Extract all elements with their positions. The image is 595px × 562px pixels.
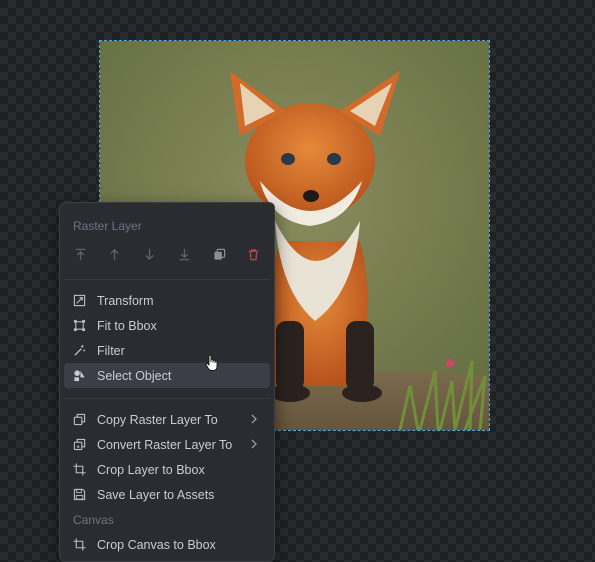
menu-item-crop-canvas-to-bbox[interactable]: Crop Canvas to Bbox [64, 532, 270, 557]
menu-item-label: Filter [97, 343, 125, 358]
duplicate-icon[interactable] [212, 247, 226, 261]
menu-item-label: Select Object [97, 368, 172, 383]
menu-item-filter[interactable]: Filter [64, 338, 270, 363]
menu-item-label: Fit to Bbox [97, 318, 157, 333]
move-down-icon[interactable] [143, 247, 157, 261]
delete-icon[interactable] [247, 247, 261, 261]
hand-cursor-icon [205, 354, 218, 371]
convert-layer-icon [73, 438, 86, 451]
menu-divider [64, 279, 270, 280]
section-label-canvas: Canvas [73, 513, 114, 527]
menu-item-fit-to-bbox[interactable]: Fit to Bbox [64, 313, 270, 338]
save-icon [73, 488, 86, 501]
move-to-top-icon[interactable] [73, 247, 87, 261]
fit-bbox-icon [73, 319, 86, 332]
chevron-right-icon [251, 439, 257, 449]
layer-context-menu: Raster Layer Transform Fit to Bbox Filte… [59, 202, 275, 562]
menu-item-transform[interactable]: Transform [64, 288, 270, 313]
move-to-bottom-icon[interactable] [177, 247, 191, 261]
menu-divider [64, 398, 270, 399]
menu-item-crop-layer-to-bbox[interactable]: Crop Layer to Bbox [64, 457, 270, 482]
menu-item-select-object[interactable]: Select Object [64, 363, 270, 388]
menu-item-label: Copy Raster Layer To [97, 412, 218, 427]
menu-item-label: Save Layer to Assets [97, 487, 215, 502]
menu-item-label: Crop Canvas to Bbox [97, 537, 216, 552]
section-label-raster-layer: Raster Layer [73, 219, 142, 233]
menu-item-label: Crop Layer to Bbox [97, 462, 205, 477]
menu-item-label: Convert Raster Layer To [97, 437, 233, 452]
crop-icon [73, 463, 86, 476]
menu-item-save-layer-to-assets[interactable]: Save Layer to Assets [64, 482, 270, 507]
select-object-icon [73, 369, 86, 382]
menu-item-convert-raster-layer-to[interactable]: Convert Raster Layer To [64, 432, 270, 457]
crop-icon [73, 538, 86, 551]
filter-wand-icon [73, 344, 86, 357]
move-up-icon[interactable] [108, 247, 122, 261]
copy-layer-icon [73, 413, 86, 426]
transform-icon [73, 294, 86, 307]
menu-item-copy-raster-layer-to[interactable]: Copy Raster Layer To [64, 407, 270, 432]
menu-item-label: Transform [97, 293, 154, 308]
chevron-right-icon [251, 414, 257, 424]
layer-order-toolbar [60, 235, 274, 269]
